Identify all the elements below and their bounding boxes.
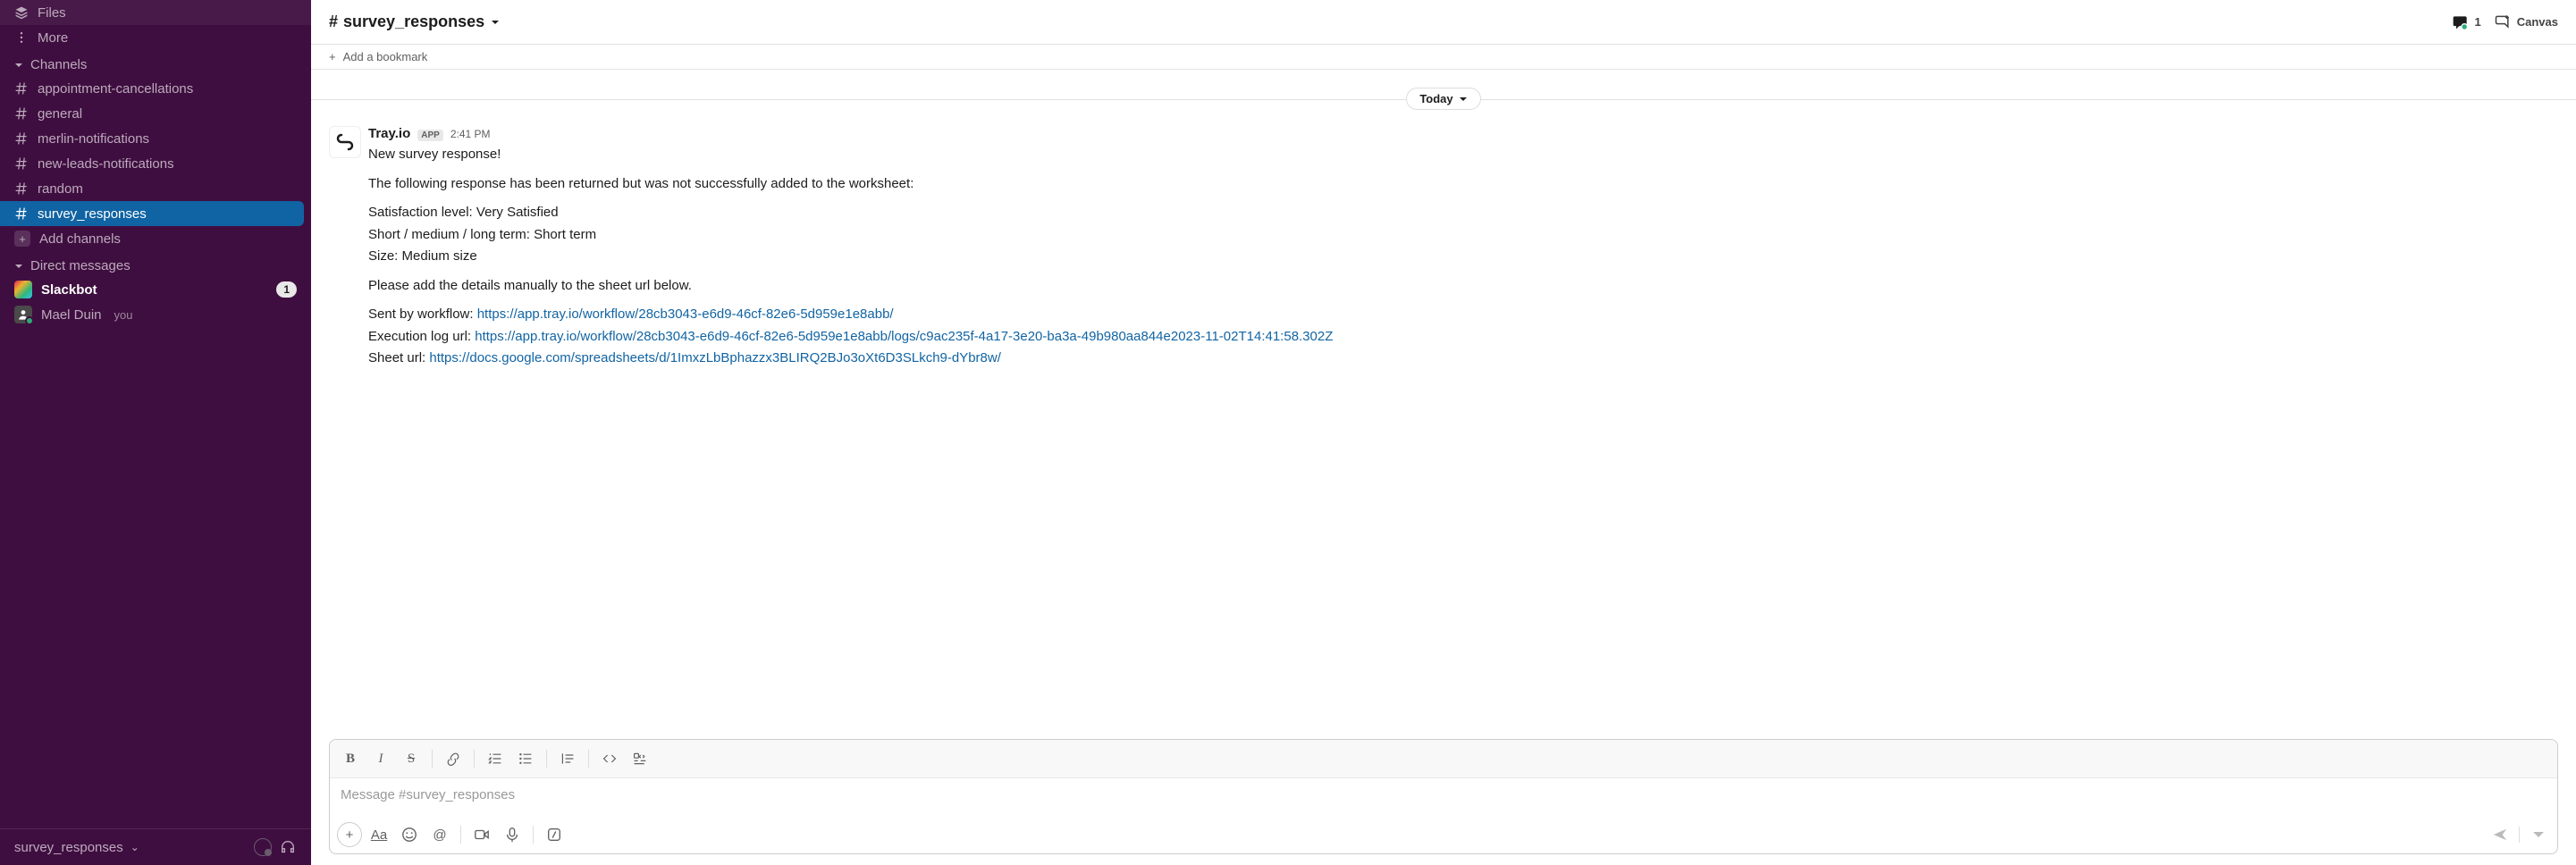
hash-icon: [14, 106, 29, 121]
hash-icon: [14, 156, 29, 171]
caret-down-icon: [14, 262, 23, 271]
channel-name-button[interactable]: # survey_responses: [329, 13, 501, 31]
presence-active-icon: [25, 316, 34, 325]
attach-button[interactable]: +: [337, 822, 362, 847]
smile-icon: [401, 827, 417, 843]
send-button[interactable]: [2488, 823, 2512, 846]
plus-icon: +: [329, 50, 336, 63]
format-toolbar: B I S: [330, 740, 2557, 778]
date-jump-button[interactable]: Today: [1406, 88, 1480, 110]
link-icon: [446, 752, 460, 766]
italic-button[interactable]: I: [367, 745, 394, 772]
send-options-button[interactable]: [2527, 823, 2550, 846]
strike-button[interactable]: S: [398, 745, 425, 772]
sheet-link[interactable]: https://docs.google.com/spreadsheets/d/1…: [429, 350, 1001, 365]
chevron-down-icon: [490, 17, 501, 28]
composer-bottom-bar: + Aa @: [330, 818, 2557, 853]
mic-icon: [504, 827, 520, 843]
format-toggle-button[interactable]: Aa: [366, 821, 392, 848]
add-channels[interactable]: + Add channels: [0, 226, 311, 251]
caret-down-icon: [14, 61, 23, 70]
channels-heading[interactable]: Channels: [0, 50, 311, 76]
dm-slackbot[interactable]: Slackbot 1: [0, 277, 311, 302]
hash-icon: [14, 181, 29, 196]
mention-button[interactable]: @: [426, 821, 453, 848]
send-icon: [2492, 827, 2508, 843]
app-avatar[interactable]: [329, 126, 361, 158]
canvas-icon: [2494, 13, 2512, 31]
channel-merlin-notifications[interactable]: merlin-notifications: [0, 126, 311, 151]
shortcuts-button[interactable]: [541, 821, 568, 848]
blockquote-icon: [560, 752, 575, 766]
execution-log-link[interactable]: https://app.tray.io/workflow/28cb3043-e6…: [475, 329, 1333, 344]
user-avatar: [14, 306, 32, 323]
emoji-button[interactable]: [396, 821, 423, 848]
message-author[interactable]: Tray.io: [368, 126, 410, 141]
chevron-down-icon: [1459, 95, 1468, 104]
message-list: Today Tray.io APP 2:41 PM New survey res…: [311, 70, 2576, 739]
slackbot-avatar: [14, 281, 32, 298]
chevron-down-icon: ⌄: [130, 841, 139, 853]
unread-badge: 1: [276, 281, 297, 298]
sidebar: Files More Channels appointment-cancella…: [0, 0, 311, 865]
link-button[interactable]: [440, 745, 467, 772]
message-timestamp[interactable]: 2:41 PM: [450, 128, 491, 140]
code-button[interactable]: [596, 745, 623, 772]
channel-appointment-cancellations[interactable]: appointment-cancellations: [0, 76, 311, 101]
bold-button[interactable]: B: [337, 745, 364, 772]
sidebar-footer[interactable]: survey_responses ⌄: [0, 828, 311, 865]
channel-survey-responses[interactable]: survey_responses: [0, 201, 304, 226]
bullet-list-icon: [518, 752, 533, 766]
hash-icon: [14, 131, 29, 146]
app-badge: APP: [417, 130, 443, 141]
blockquote-button[interactable]: [554, 745, 581, 772]
chevron-down-icon: [2530, 827, 2547, 843]
headphones-icon[interactable]: [279, 839, 297, 855]
codeblock-icon: [633, 752, 647, 766]
dm-mael-duin[interactable]: Mael Duin you: [0, 302, 311, 327]
date-divider: Today: [311, 88, 2576, 110]
message-composer: B I S Message #survey_responses + Aa @: [329, 739, 2558, 854]
ordered-list-button[interactable]: [482, 745, 509, 772]
message-input[interactable]: Message #survey_responses: [330, 778, 2557, 818]
plus-icon: +: [14, 231, 30, 247]
huddle-status-icon[interactable]: [254, 838, 272, 856]
code-icon: [602, 752, 617, 766]
composer-container: B I S Message #survey_responses + Aa @: [311, 739, 2576, 865]
huddle-icon: [2452, 13, 2470, 31]
hash-icon: #: [329, 13, 338, 31]
channel-new-leads-notifications[interactable]: new-leads-notifications: [0, 151, 311, 176]
sidebar-more-label: More: [38, 30, 68, 46]
files-icon: [14, 5, 29, 20]
slash-icon: [546, 827, 562, 843]
workflow-link[interactable]: https://app.tray.io/workflow/28cb3043-e6…: [477, 307, 894, 322]
message: Tray.io APP 2:41 PM New survey response!…: [311, 122, 2576, 373]
channel-header: # survey_responses 1 Canvas: [311, 0, 2576, 45]
huddle-button[interactable]: 1: [2452, 13, 2481, 31]
sidebar-files[interactable]: Files: [0, 0, 311, 25]
hash-icon: [14, 81, 29, 96]
sidebar-more[interactable]: More: [0, 25, 311, 50]
codeblock-button[interactable]: [627, 745, 653, 772]
canvas-button[interactable]: Canvas: [2494, 13, 2558, 31]
dm-heading[interactable]: Direct messages: [0, 251, 311, 277]
video-icon: [474, 827, 490, 843]
bullet-list-button[interactable]: [512, 745, 539, 772]
add-bookmark[interactable]: + Add a bookmark: [311, 45, 2576, 70]
hash-icon: [14, 206, 29, 221]
audio-button[interactable]: [499, 821, 526, 848]
message-text: New survey response! The following respo…: [368, 145, 2558, 369]
channel-random[interactable]: random: [0, 176, 311, 201]
more-icon: [14, 30, 29, 45]
video-button[interactable]: [468, 821, 495, 848]
sidebar-files-label: Files: [38, 5, 66, 21]
ordered-list-icon: [488, 752, 502, 766]
main-area: # survey_responses 1 Canvas + Add a book…: [311, 0, 2576, 865]
channel-general[interactable]: general: [0, 101, 311, 126]
tray-io-icon: [334, 131, 356, 153]
